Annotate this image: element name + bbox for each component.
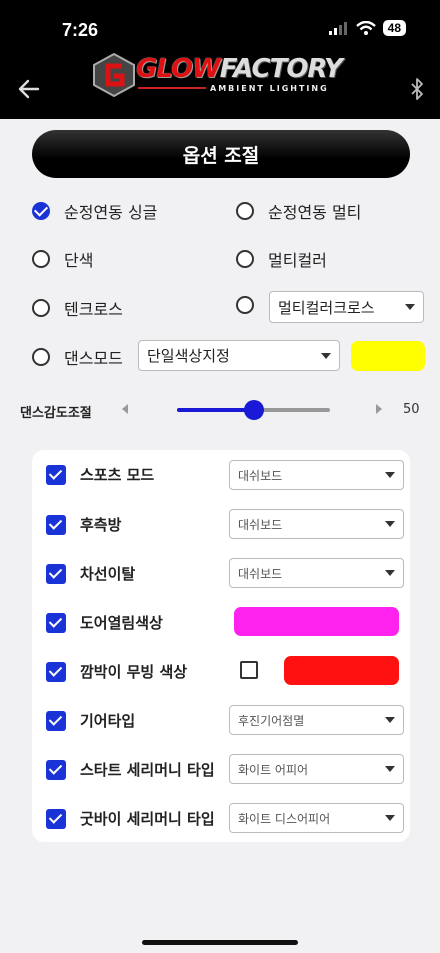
radio-label: 순정연동 싱글 xyxy=(64,203,158,222)
logo-mark-icon xyxy=(93,52,135,98)
option-lane-departure[interactable]: 차선이탈 xyxy=(46,563,135,584)
sensitivity-slider[interactable] xyxy=(177,400,330,420)
option-label: 도어열림색상 xyxy=(80,614,163,632)
option-door-open-color[interactable]: 도어열림색상 xyxy=(46,612,163,633)
option-label: 굿바이 세리머니 타입 xyxy=(80,810,215,828)
chevron-down-icon xyxy=(321,352,331,359)
chevron-down-icon xyxy=(385,717,395,723)
rear-side-select[interactable]: 대쉬보드 xyxy=(229,509,404,539)
slider-fill xyxy=(177,408,254,412)
battery-icon: 48 xyxy=(382,20,406,36)
glowfactory-logo: GLOWFACTORY AMBIENT LIGHTING xyxy=(92,52,354,100)
radio-label: 단색 xyxy=(64,251,94,270)
radio-label: 텐크로스 xyxy=(64,300,123,319)
checkbox-checked-icon[interactable] xyxy=(46,661,66,682)
chevron-down-icon xyxy=(385,815,395,821)
select-value: 대쉬보드 xyxy=(238,566,283,581)
chevron-down-icon xyxy=(385,766,395,772)
radio-mono[interactable]: 단색 xyxy=(32,247,93,271)
door-open-color-swatch[interactable] xyxy=(234,607,399,636)
dance-color-select[interactable]: 단일색상지정 xyxy=(138,340,340,371)
checkbox-checked-icon[interactable] xyxy=(46,514,66,535)
lane-departure-select[interactable]: 대쉬보드 xyxy=(229,558,404,588)
chevron-down-icon xyxy=(385,472,395,478)
chevron-down-icon xyxy=(385,570,395,576)
logo-divider xyxy=(138,87,206,89)
option-label: 스타트 세리머니 타입 xyxy=(80,761,215,779)
dance-color-swatch[interactable] xyxy=(351,341,425,371)
radio-unchecked-icon[interactable] xyxy=(32,250,50,268)
gear-type-select[interactable]: 후진기어점멸 xyxy=(229,705,404,735)
radio-unchecked-icon[interactable] xyxy=(32,348,50,366)
option-label: 차선이탈 xyxy=(80,565,136,583)
checkbox-checked-icon[interactable] xyxy=(46,464,66,485)
multicross-select[interactable]: 멀티컬러크로스 xyxy=(269,291,424,323)
checkbox-checked-icon[interactable] xyxy=(46,612,66,633)
option-label: 기어타입 xyxy=(80,712,136,730)
radio-unchecked-icon[interactable] xyxy=(32,299,50,317)
option-blink-moving-color[interactable]: 깜박이 무빙 색상 xyxy=(46,661,187,682)
sensitivity-value: 50 xyxy=(403,402,420,417)
status-icons: 48 xyxy=(328,20,406,36)
logo-subtitle: AMBIENT LIGHTING xyxy=(210,84,329,93)
select-value: 대쉬보드 xyxy=(238,468,283,483)
option-label: 후측방 xyxy=(80,516,122,534)
blink-moving-color-swatch[interactable] xyxy=(284,656,399,685)
radio-multicolor[interactable]: 멀티컬러 xyxy=(236,247,327,271)
back-arrow-icon[interactable] xyxy=(16,76,42,102)
home-indicator xyxy=(142,940,298,945)
option-label: 깜박이 무빙 색상 xyxy=(80,663,188,681)
sensitivity-label: 댄스감도조절 xyxy=(20,406,92,421)
select-value: 화이트 어피어 xyxy=(238,762,309,777)
slider-increase-icon[interactable] xyxy=(376,404,382,414)
radio-dance[interactable]: 댄스모드 xyxy=(32,345,123,369)
options-card: 스포츠 모드 대쉬보드 후측방 대쉬보드 차선이탈 대쉬보드 도어열림색상 깜박… xyxy=(32,450,410,842)
select-value: 후진기어점멸 xyxy=(238,713,305,728)
radio-sync-multi[interactable]: 순정연동 멀티 xyxy=(236,199,361,223)
radio-label: 순정연동 멀티 xyxy=(268,203,362,222)
checkbox-checked-icon[interactable] xyxy=(46,759,66,780)
option-label: 스포츠 모드 xyxy=(80,466,155,484)
select-value: 화이트 디스어피어 xyxy=(238,811,331,826)
radio-label: 멀티컬러 xyxy=(268,251,327,270)
wifi-icon xyxy=(355,21,376,35)
page-title: 옵션 조절 xyxy=(32,130,410,178)
option-gear-type[interactable]: 기어타입 xyxy=(46,710,135,731)
option-start-ceremony[interactable]: 스타트 세리머니 타입 xyxy=(46,759,215,780)
radio-sync-single[interactable]: 순정연동 싱글 xyxy=(32,199,157,223)
radio-multicross[interactable] xyxy=(236,296,268,314)
sports-mode-select[interactable]: 대쉬보드 xyxy=(229,460,404,490)
radio-tencross[interactable]: 텐크로스 xyxy=(32,296,123,320)
radio-label: 댄스모드 xyxy=(64,349,123,368)
option-rear-side[interactable]: 후측방 xyxy=(46,514,121,535)
radio-checked-icon[interactable] xyxy=(32,202,50,220)
checkbox-checked-icon[interactable] xyxy=(46,808,66,829)
header-bar: 7:26 48 GLOWFACTORY AMBIENT LIGHTING xyxy=(0,0,440,119)
option-sports-mode[interactable]: 스포츠 모드 xyxy=(46,464,154,485)
goodbye-ceremony-select[interactable]: 화이트 디스어피어 xyxy=(229,803,404,833)
bluetooth-icon[interactable] xyxy=(410,78,424,100)
chevron-down-icon xyxy=(405,304,415,310)
checkbox-checked-icon[interactable] xyxy=(46,710,66,731)
signal-icon xyxy=(328,22,347,35)
radio-unchecked-icon[interactable] xyxy=(236,296,254,314)
slider-thumb[interactable] xyxy=(243,400,264,420)
chevron-down-icon xyxy=(385,521,395,527)
select-value: 대쉬보드 xyxy=(238,517,283,532)
radio-unchecked-icon[interactable] xyxy=(236,202,254,220)
logo-wordmark: GLOWFACTORY xyxy=(136,54,343,84)
blink-moving-checkbox[interactable] xyxy=(240,661,258,679)
checkbox-checked-icon[interactable] xyxy=(46,563,66,584)
select-value: 단일색상지정 xyxy=(147,347,230,365)
start-ceremony-select[interactable]: 화이트 어피어 xyxy=(229,754,404,784)
select-value: 멀티컬러크로스 xyxy=(278,298,375,317)
option-goodbye-ceremony[interactable]: 굿바이 세리머니 타입 xyxy=(46,808,215,829)
radio-unchecked-icon[interactable] xyxy=(236,250,254,268)
status-time: 7:26 xyxy=(62,20,99,40)
slider-decrease-icon[interactable] xyxy=(122,404,128,414)
